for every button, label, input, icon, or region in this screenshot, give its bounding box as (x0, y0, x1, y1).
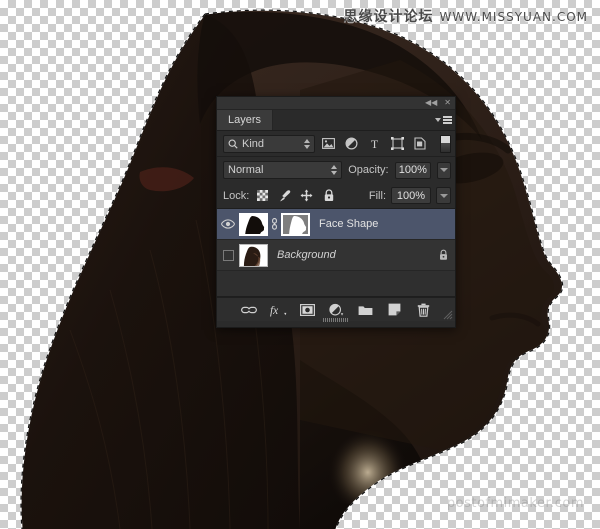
layer-mask-link-icon[interactable] (268, 218, 281, 230)
layer-list[interactable]: Face Shape Background (217, 209, 455, 297)
opacity-input[interactable]: 100% (394, 161, 432, 179)
layer-visibility-toggle[interactable] (217, 240, 239, 270)
watermark-top: 思缘设计论坛 WWW.MISSYUAN.COM (344, 6, 588, 26)
panel-resize-scroll-nub[interactable] (323, 318, 349, 322)
svg-text:fx: fx (270, 304, 278, 316)
layer-thumbnail[interactable] (239, 212, 268, 236)
delete-layer-icon[interactable] (414, 301, 432, 319)
layer-name[interactable]: Face Shape (319, 218, 378, 230)
photoshop-canvas: 思缘设计论坛 WWW.MISSYUAN.COM postofmimaker.com… (0, 0, 600, 529)
panel-tabbar: Layers (217, 110, 455, 131)
filter-smart-objects-icon[interactable] (410, 134, 430, 154)
filter-shape-layers-icon[interactable] (387, 134, 407, 154)
link-layers-icon[interactable] (240, 301, 258, 319)
table-row[interactable]: Background (217, 240, 455, 271)
layer-mask-thumbnail[interactable] (281, 212, 310, 236)
layer-name[interactable]: Background (277, 249, 336, 261)
lock-label: Lock: (223, 189, 250, 202)
layer-locked-badge (438, 249, 449, 261)
close-icon[interactable]: ✕ (444, 99, 451, 107)
lock-position-icon[interactable] (298, 187, 315, 204)
fill-dropdown-button[interactable] (436, 187, 451, 204)
panel-titlebar: ◀◀ ✕ (217, 97, 455, 110)
watermark-top-chinese: 思缘设计论坛 (343, 9, 434, 25)
panel-bottom-toolbar: fx (217, 297, 455, 322)
fill-label: Fill: (368, 189, 386, 202)
new-layer-icon[interactable] (385, 301, 403, 319)
layer-list-empty-area (217, 271, 455, 296)
table-row[interactable]: Face Shape (217, 209, 455, 240)
layers-panel[interactable]: ◀◀ ✕ Layers Kind T Normal Opacity: 100% … (216, 96, 456, 328)
blend-mode-select[interactable]: Normal (223, 161, 343, 179)
filter-type-layers-icon[interactable]: T (364, 134, 384, 154)
tabbar-empty-area (273, 110, 431, 130)
filter-adjustment-layers-icon[interactable] (341, 134, 361, 154)
blend-mode-value: Normal (228, 164, 264, 176)
fill-input[interactable]: 100% (391, 187, 431, 204)
magnifier-icon (228, 139, 238, 149)
chevron-down-icon (434, 118, 441, 122)
filter-enable-toggle[interactable] (440, 134, 451, 153)
filter-kind-select[interactable]: Kind (223, 134, 315, 153)
layer-style-fx-icon[interactable]: fx (269, 301, 287, 319)
lock-fill-row: Lock: Fill: 100% (217, 183, 455, 209)
chevron-down-icon (439, 193, 448, 198)
filter-pixel-layers-icon[interactable] (318, 134, 338, 154)
lock-all-icon[interactable] (320, 187, 337, 204)
blend-opacity-row: Normal Opacity: 100% (217, 157, 455, 183)
eye-off-icon (222, 249, 234, 261)
watermark-bottom: postofmimaker.com (446, 496, 584, 511)
svg-text:T: T (370, 137, 378, 150)
layer-thumbnail[interactable] (239, 243, 268, 267)
layer-filter-row: Kind T (217, 131, 455, 157)
lock-image-pixels-icon[interactable] (276, 187, 293, 204)
layer-visibility-toggle[interactable] (217, 209, 239, 239)
filter-kind-label: Kind (242, 137, 265, 150)
blend-mode-spinner-icon (331, 165, 338, 175)
filter-kind-spinner-icon (304, 138, 310, 149)
eye-icon (221, 219, 235, 229)
lock-transparent-pixels-icon[interactable] (254, 187, 271, 204)
panel-resize-grip[interactable] (443, 310, 453, 320)
new-group-icon[interactable] (356, 301, 374, 319)
opacity-dropdown-button[interactable] (437, 161, 451, 179)
add-layer-mask-icon[interactable] (298, 301, 316, 319)
hamburger-icon (442, 116, 452, 124)
new-adjustment-layer-icon[interactable] (327, 301, 345, 319)
tab-layers[interactable]: Layers (217, 110, 274, 130)
panel-menu-button[interactable] (431, 110, 455, 130)
lock-icon (440, 249, 447, 260)
opacity-label: Opacity: (348, 164, 389, 176)
chevron-down-icon (440, 168, 449, 172)
tab-layers-label: Layers (228, 114, 262, 126)
collapse-double-arrow-icon[interactable]: ◀◀ (425, 99, 437, 107)
watermark-top-url: WWW.MISSYUAN.COM (439, 10, 588, 24)
